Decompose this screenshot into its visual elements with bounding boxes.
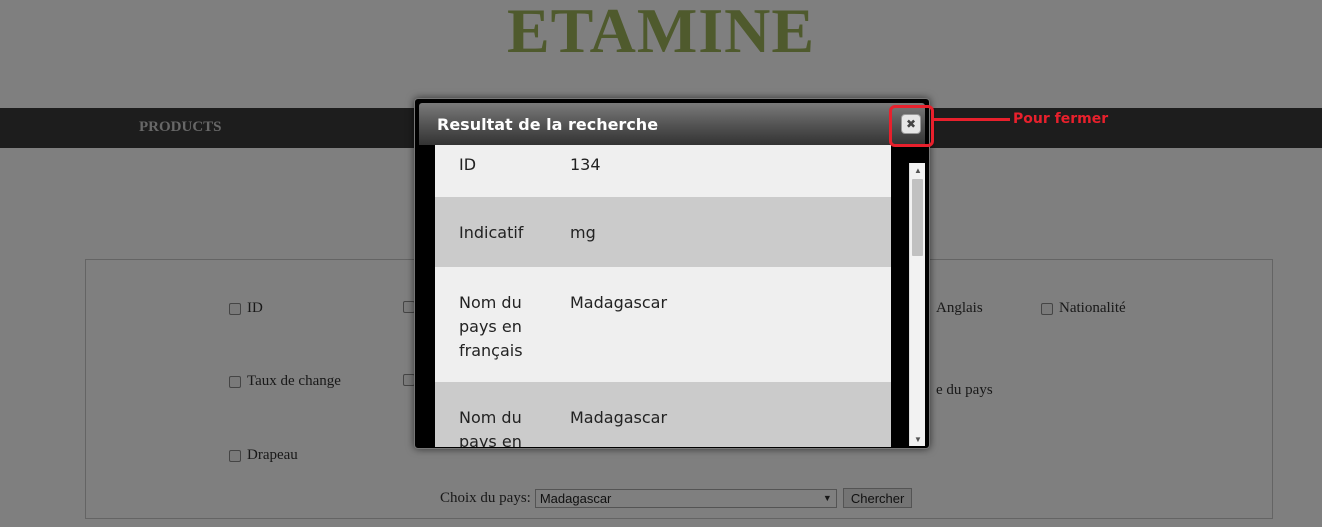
result-value: Madagascar [570, 293, 668, 312]
search-result-modal: Resultat de la recherche ✖ ID 134 Indica… [414, 98, 930, 449]
modal-header[interactable]: Resultat de la recherche ✖ [419, 103, 925, 145]
annotation-label: Pour fermer [1013, 111, 1109, 127]
scroll-down-icon[interactable]: ▼ [910, 432, 926, 446]
annotation-line [934, 118, 1010, 121]
result-label: Nom du pays en [459, 408, 522, 447]
result-row: Nom du pays en Madagascar [435, 382, 891, 447]
modal-scrollbar[interactable]: ▲ ▼ [909, 163, 925, 446]
modal-title: Resultat de la recherche [437, 115, 659, 134]
scroll-up-icon[interactable]: ▲ [910, 163, 926, 177]
result-value: 134 [570, 155, 601, 174]
result-label: ID [459, 155, 477, 174]
modal-body: ID 134 Indicatif mg Nom du pays en franç… [435, 145, 891, 447]
result-value: Madagascar [570, 408, 668, 427]
scroll-thumb[interactable] [912, 179, 923, 256]
result-row: Indicatif mg [435, 197, 891, 267]
annotation-highlight-box [889, 105, 934, 147]
result-label: Indicatif [459, 223, 524, 242]
result-row: Nom du pays en français Madagascar [435, 267, 891, 382]
result-row: ID 134 [435, 145, 891, 197]
result-label: Nom du pays en français [459, 293, 523, 360]
result-value: mg [570, 223, 596, 242]
